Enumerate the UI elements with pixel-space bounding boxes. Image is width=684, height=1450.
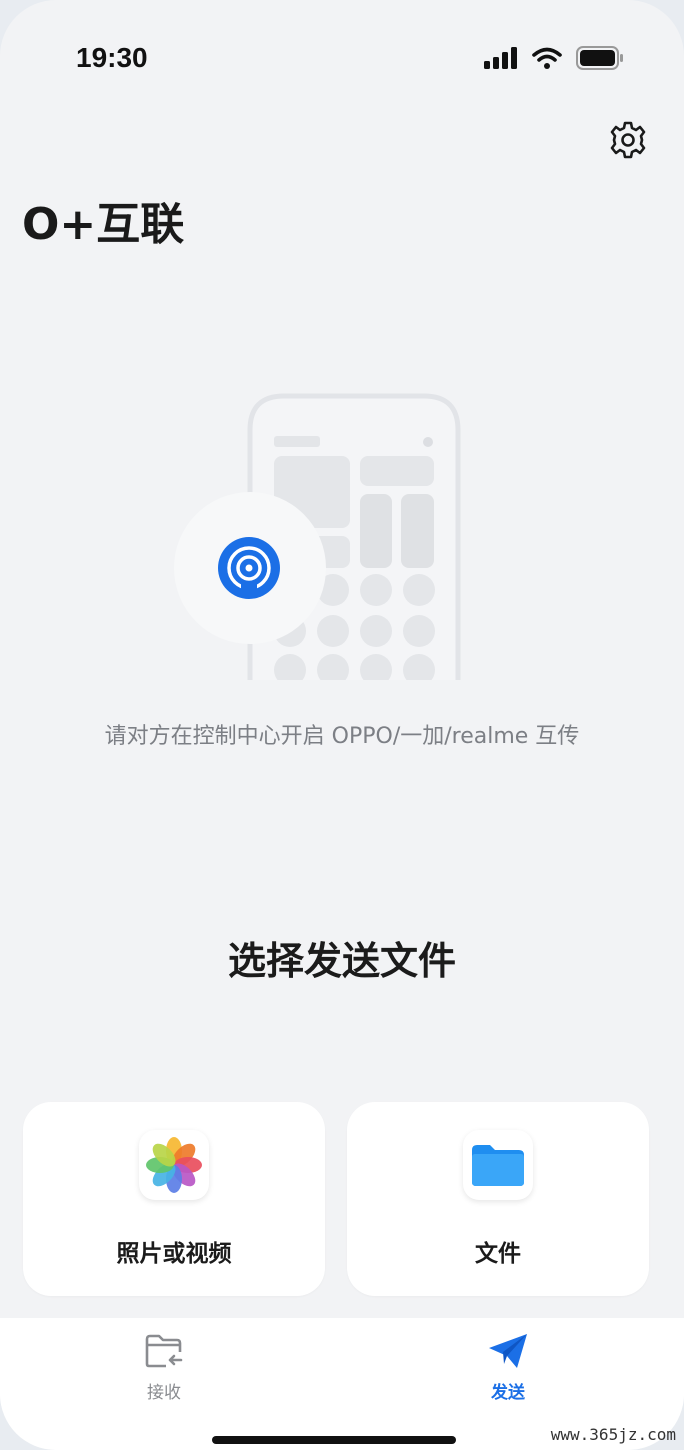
app-screen: 19:30 O+互联 请对方在控制中心开启 OPPO/一加/realme 互传 … [0, 0, 684, 1450]
signal-icon [484, 47, 518, 73]
status-time: 19:30 [76, 42, 148, 73]
photos-videos-card[interactable]: 照片或视频 [23, 1102, 325, 1296]
wifi-icon [532, 47, 562, 73]
page-title: O+互联 [22, 199, 185, 250]
tab-send-label: 发送 [491, 1383, 525, 1403]
receive-folder-icon [144, 1334, 184, 1374]
section-title: 选择发送文件 [227, 939, 456, 983]
tab-send[interactable]: 发送 [448, 1332, 568, 1403]
photos-icon [139, 1130, 209, 1200]
watermark: www.365jz.com [550, 1425, 676, 1444]
tab-receive-label: 接收 [147, 1383, 181, 1403]
tab-receive[interactable]: 接收 [104, 1332, 224, 1403]
hint-text: 请对方在控制中心开启 OPPO/一加/realme 互传 [104, 724, 580, 749]
files-label: 文件 [475, 1241, 521, 1267]
status-icons [484, 46, 624, 74]
photos-videos-label: 照片或视频 [116, 1241, 232, 1267]
send-plane-icon [487, 1334, 529, 1374]
battery-icon [576, 46, 624, 74]
phone-illustration [170, 390, 470, 686]
settings-button[interactable] [608, 120, 648, 160]
files-card[interactable]: 文件 [347, 1102, 649, 1296]
home-indicator [212, 1436, 456, 1444]
folder-icon [463, 1130, 533, 1200]
gear-icon [608, 121, 648, 164]
